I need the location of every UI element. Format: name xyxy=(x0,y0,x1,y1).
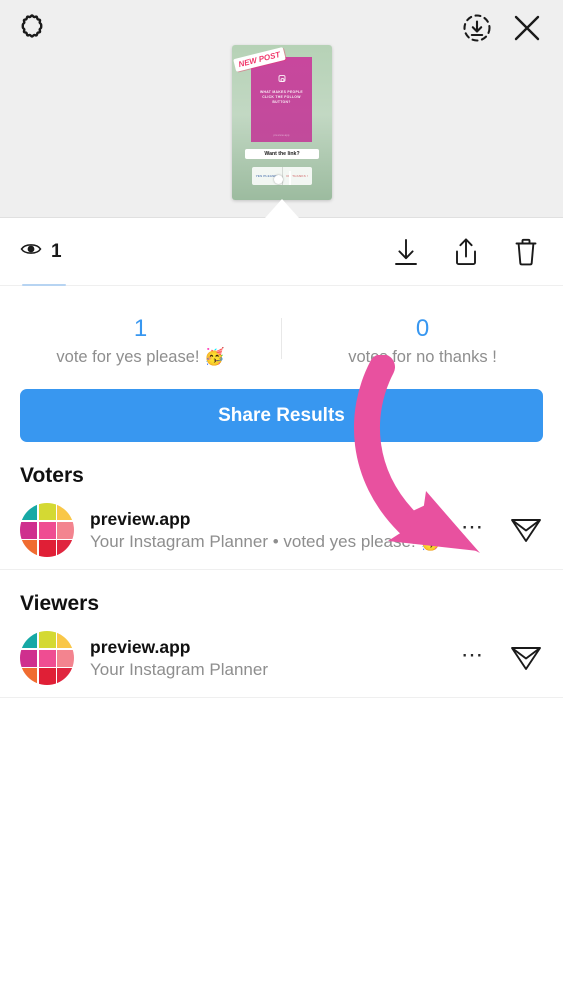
voter-info: preview.app Your Instagram Planner • vot… xyxy=(90,508,461,553)
voter-row[interactable]: preview.app Your Instagram Planner • vot… xyxy=(0,494,563,570)
poll-yes-count: 1 xyxy=(133,315,148,342)
poll-no-count: 0 xyxy=(415,315,430,342)
eye-icon xyxy=(20,241,42,262)
poll-results: 1 vote for yes please! 🥳 0 votes for no … xyxy=(0,286,563,389)
download-circle-icon[interactable] xyxy=(458,9,496,47)
story-actions xyxy=(391,236,541,268)
avatar-tile xyxy=(38,631,56,648)
poll-result-yes[interactable]: 1 vote for yes please! 🥳 xyxy=(0,314,281,367)
viewer-row[interactable]: preview.app Your Instagram Planner ⋯ xyxy=(0,622,563,698)
close-icon[interactable] xyxy=(508,9,546,47)
avatar-tile xyxy=(38,668,56,685)
avatar-tile xyxy=(57,540,74,557)
share-results-wrapper: Share Results xyxy=(0,389,563,442)
avatar-tile xyxy=(38,540,56,557)
share-up-icon[interactable] xyxy=(451,236,481,268)
story-thumbnail-tap-stem xyxy=(289,171,291,185)
viewers-section-title: Viewers xyxy=(20,592,100,615)
story-insights-screen: WHAT MAKES PEOPLE CLICK THE FOLLOW BUTTO… xyxy=(0,0,563,1000)
avatar-tile xyxy=(57,503,74,520)
viewer-username: preview.app xyxy=(90,636,191,657)
views-counter: 1 xyxy=(20,241,62,263)
poll-no-label: votes for no thanks ! xyxy=(348,348,497,366)
share-results-button[interactable]: Share Results xyxy=(20,389,543,442)
viewer-row-actions: ⋯ xyxy=(461,642,543,674)
avatar-tile xyxy=(57,631,74,648)
views-count-label: 1 xyxy=(51,240,62,262)
avatar-tile xyxy=(20,649,37,667)
instagram-glyph-icon xyxy=(278,75,285,82)
voter-row-actions: ⋯ xyxy=(461,514,543,546)
voters-section-title: Voters xyxy=(20,464,84,487)
avatar xyxy=(20,631,74,685)
avatar xyxy=(20,503,74,557)
avatar-tile xyxy=(20,521,37,539)
story-thumbnail-poll-no: NO THANKS ! xyxy=(286,174,309,178)
avatar-tile xyxy=(38,649,56,667)
avatar-tile xyxy=(57,649,74,667)
send-icon[interactable] xyxy=(509,514,543,546)
viewer-subtitle: Your Instagram Planner xyxy=(90,659,268,679)
story-preview-header: WHAT MAKES PEOPLE CLICK THE FOLLOW BUTTO… xyxy=(0,0,563,218)
voter-subtitle: Your Instagram Planner • voted yes pleas… xyxy=(90,531,442,551)
voter-username: preview.app xyxy=(90,508,191,529)
viewer-info: preview.app Your Instagram Planner xyxy=(90,636,461,681)
avatar-tile xyxy=(20,631,37,648)
story-thumbnail-tap-indicator xyxy=(274,175,283,184)
download-icon[interactable] xyxy=(391,236,421,268)
story-thumbnail-handle: preview.app xyxy=(273,134,290,137)
avatar-tile xyxy=(20,540,37,557)
avatar-tile xyxy=(57,668,74,685)
gear-icon[interactable] xyxy=(14,10,50,46)
avatar-tile xyxy=(38,521,56,539)
story-thumbnail-card-text: WHAT MAKES PEOPLE CLICK THE FOLLOW BUTTO… xyxy=(260,90,303,104)
avatar-tile xyxy=(38,503,56,520)
trash-icon[interactable] xyxy=(511,236,541,268)
poll-yes-label: vote for yes please! 🥳 xyxy=(56,348,225,366)
more-options-icon[interactable]: ⋯ xyxy=(461,516,485,538)
story-thumbnail-question: Want the link? xyxy=(245,149,319,159)
story-thumbnail[interactable]: WHAT MAKES PEOPLE CLICK THE FOLLOW BUTTO… xyxy=(232,45,332,200)
avatar-tile xyxy=(57,521,74,539)
send-icon[interactable] xyxy=(509,642,543,674)
thumbnail-pointer-notch xyxy=(264,199,299,218)
active-tab-indicator xyxy=(22,284,66,286)
avatar-tile xyxy=(20,503,37,520)
more-options-icon[interactable]: ⋯ xyxy=(461,644,485,666)
story-action-bar: 1 xyxy=(0,218,563,286)
avatar-tile xyxy=(20,668,37,685)
story-thumbnail-card: WHAT MAKES PEOPLE CLICK THE FOLLOW BUTTO… xyxy=(251,57,312,142)
poll-result-no[interactable]: 0 votes for no thanks ! xyxy=(282,314,563,367)
